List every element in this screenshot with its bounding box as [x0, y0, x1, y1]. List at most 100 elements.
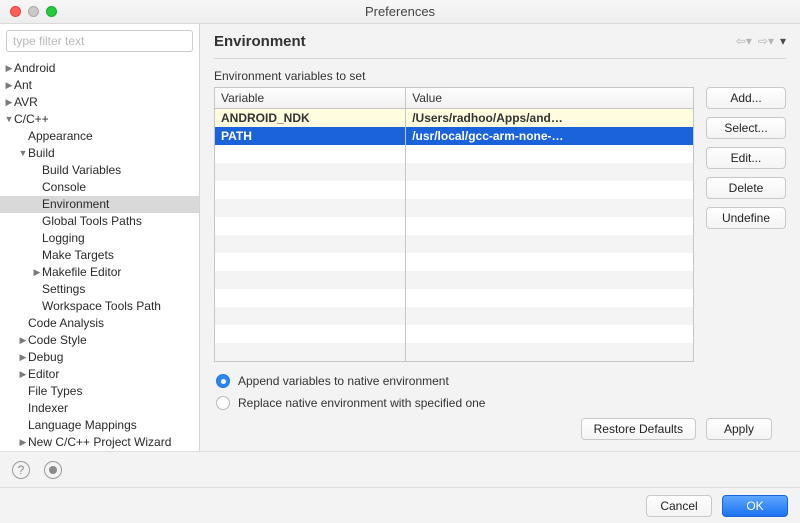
table-row[interactable] — [215, 199, 693, 217]
edit-button[interactable]: Edit... — [706, 147, 786, 169]
tree-item[interactable]: ▶Console — [0, 179, 199, 196]
tree-item-label: File Types — [28, 383, 82, 400]
chevron-right-icon: ▶ — [18, 349, 28, 366]
cell-value: /usr/local/gcc-arm-none-… — [406, 127, 693, 145]
table-row[interactable] — [215, 163, 693, 181]
tree-item[interactable]: ▶Workspace Tools Path — [0, 298, 199, 315]
page-footer: Restore Defaults Apply — [214, 410, 786, 440]
ok-button[interactable]: OK — [722, 495, 788, 517]
chevron-right-icon: ▶ — [4, 77, 14, 94]
table-row[interactable] — [215, 217, 693, 235]
restore-defaults-button[interactable]: Restore Defaults — [581, 418, 696, 440]
window-title: Preferences — [0, 4, 800, 19]
preference-tree[interactable]: ▶Android▶Ant▶AVR▼C/C++▶Appearance▼Build▶… — [0, 58, 199, 451]
tree-item[interactable]: ▶File Types — [0, 383, 199, 400]
chevron-right-icon: ▶ — [18, 332, 28, 349]
tree-item-label: Environment — [42, 196, 109, 213]
table-row[interactable] — [215, 235, 693, 253]
table-row[interactable] — [215, 343, 693, 361]
tree-item-label: Code Analysis — [28, 315, 104, 332]
status-icon[interactable] — [44, 461, 62, 479]
tree-item[interactable]: ▼C/C++ — [0, 111, 199, 128]
tree-item[interactable]: ▶Build Variables — [0, 162, 199, 179]
chevron-down-icon: ▼ — [18, 145, 28, 162]
filter-input[interactable] — [6, 30, 193, 52]
tree-item-label: Build — [28, 145, 55, 162]
table-row[interactable] — [215, 181, 693, 199]
tree-item[interactable]: ▶New C/C++ Project Wizard — [0, 434, 199, 451]
cancel-button[interactable]: Cancel — [646, 495, 712, 517]
filter-box — [6, 30, 193, 52]
tree-item[interactable]: ▶Code Analysis — [0, 315, 199, 332]
table-row[interactable] — [215, 289, 693, 307]
col-value[interactable]: Value — [406, 88, 693, 108]
tree-item[interactable]: ▶Settings — [0, 281, 199, 298]
tree-item-label: Build Variables — [42, 162, 121, 179]
back-icon[interactable]: ⇦▾ — [736, 34, 752, 48]
table-row[interactable] — [215, 253, 693, 271]
tree-item[interactable]: ▶Debug — [0, 349, 199, 366]
radio-replace[interactable]: Replace native environment with specifie… — [216, 396, 786, 410]
tree-item[interactable]: ▶Editor — [0, 366, 199, 383]
tree-item[interactable]: ▶Environment — [0, 196, 199, 213]
chevron-down-icon: ▼ — [4, 111, 14, 128]
radio-replace-label: Replace native environment with specifie… — [238, 396, 485, 410]
add-button[interactable]: Add... — [706, 87, 786, 109]
tree-item-label: Ant — [14, 77, 32, 94]
view-menu-icon[interactable]: ▾ — [780, 34, 786, 48]
tree-item[interactable]: ▶Logging — [0, 230, 199, 247]
tree-item[interactable]: ▶Code Style — [0, 332, 199, 349]
table-row[interactable] — [215, 145, 693, 163]
tree-item-label: Logging — [42, 230, 85, 247]
help-icon[interactable]: ? — [12, 461, 30, 479]
tree-item[interactable]: ▶Ant — [0, 77, 199, 94]
table-row[interactable] — [215, 325, 693, 343]
tree-item[interactable]: ▶Makefile Editor — [0, 264, 199, 281]
table-body[interactable]: ANDROID_NDK/Users/radhoo/Apps/and…PATH/u… — [215, 109, 693, 361]
radio-icon — [216, 396, 230, 410]
tree-item[interactable]: ▶AVR — [0, 94, 199, 111]
chevron-right-icon: ▶ — [32, 264, 42, 281]
dialog-buttons: Cancel OK — [0, 487, 800, 523]
table-row[interactable]: ANDROID_NDK/Users/radhoo/Apps/and… — [215, 109, 693, 127]
tree-item[interactable]: ▶Android — [0, 60, 199, 77]
col-variable[interactable]: Variable — [215, 88, 406, 108]
select-button[interactable]: Select... — [706, 117, 786, 139]
table-row[interactable] — [215, 307, 693, 325]
tree-item-label: C/C++ — [14, 111, 49, 128]
tree-item-label: Makefile Editor — [42, 264, 121, 281]
chevron-right-icon: ▶ — [18, 366, 28, 383]
tree-item-label: Appearance — [28, 128, 93, 145]
chevron-right-icon: ▶ — [4, 60, 14, 77]
apply-button[interactable]: Apply — [706, 418, 772, 440]
sidebar: ▶Android▶Ant▶AVR▼C/C++▶Appearance▼Build▶… — [0, 24, 200, 451]
page-title: Environment — [214, 33, 306, 50]
cell-variable: PATH — [215, 127, 406, 145]
tree-item-label: Language Mappings — [28, 417, 137, 434]
table-header: Variable Value — [215, 88, 693, 109]
table-button-column: Add... Select... Edit... Delete Undefine — [706, 87, 786, 362]
forward-icon[interactable]: ⇨▾ — [758, 34, 774, 48]
table-row[interactable] — [215, 271, 693, 289]
radio-append-label: Append variables to native environment — [238, 374, 449, 388]
tree-item-label: Global Tools Paths — [42, 213, 142, 230]
tree-item[interactable]: ▶Language Mappings — [0, 417, 199, 434]
tree-item[interactable]: ▶Indexer — [0, 400, 199, 417]
env-table[interactable]: Variable Value ANDROID_NDK/Users/radhoo/… — [214, 87, 694, 362]
main-body: Environment variables to set Variable Va… — [200, 59, 800, 451]
tree-item[interactable]: ▶Global Tools Paths — [0, 213, 199, 230]
tree-item-label: Settings — [42, 281, 85, 298]
table-row[interactable]: PATH/usr/local/gcc-arm-none-… — [215, 127, 693, 145]
tree-item-label: Android — [14, 60, 55, 77]
radio-append[interactable]: Append variables to native environment — [216, 374, 786, 388]
tree-item[interactable]: ▼Build — [0, 145, 199, 162]
undefine-button[interactable]: Undefine — [706, 207, 786, 229]
tree-item-label: Make Targets — [42, 247, 114, 264]
tree-item-label: New C/C++ Project Wizard — [28, 434, 171, 451]
titlebar: Preferences — [0, 0, 800, 24]
tree-item[interactable]: ▶Appearance — [0, 128, 199, 145]
tree-item[interactable]: ▶Make Targets — [0, 247, 199, 264]
delete-button[interactable]: Delete — [706, 177, 786, 199]
tree-item-label: Debug — [28, 349, 63, 366]
cell-variable: ANDROID_NDK — [215, 109, 406, 127]
